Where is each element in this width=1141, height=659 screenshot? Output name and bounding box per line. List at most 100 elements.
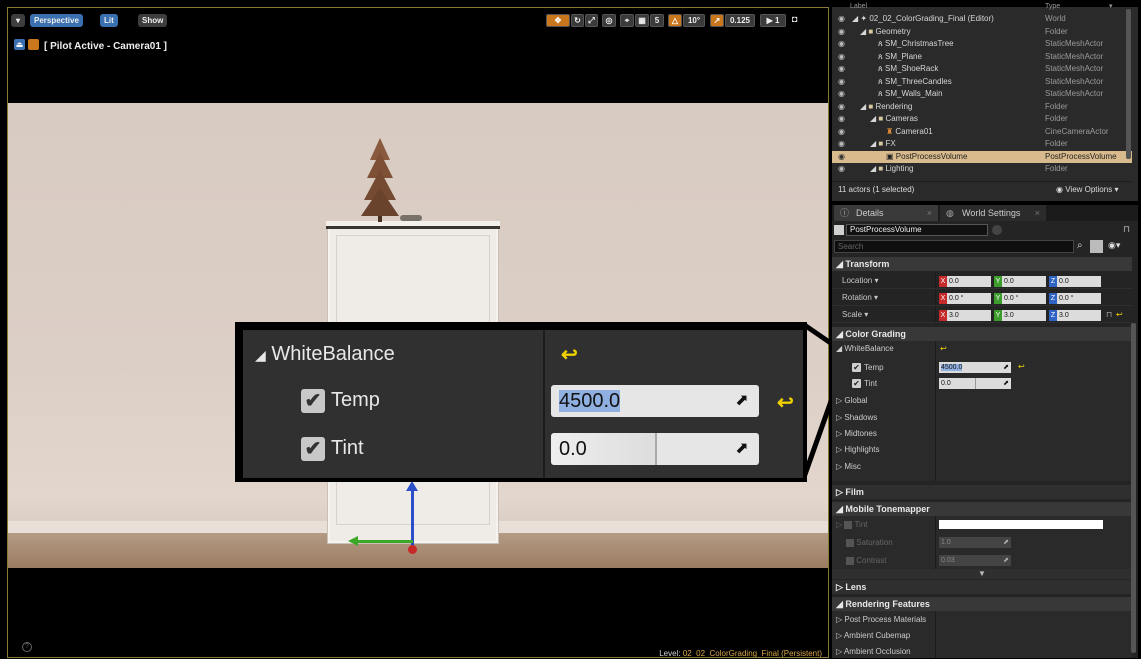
view-options-button[interactable]: ◉ View Options ▾ (1056, 182, 1118, 198)
scale-tool-icon[interactable]: ⤢ (585, 14, 598, 27)
scale-x-field[interactable]: 3.0 (947, 310, 991, 321)
tab-world-settings[interactable]: ◍ World Settings × (940, 205, 1046, 221)
visibility-eye-icon[interactable]: ◉ (838, 138, 845, 151)
visibility-eye-icon[interactable]: ◉ (838, 126, 845, 139)
outliner-scrollbar[interactable] (1126, 9, 1131, 159)
close-tab-icon[interactable]: × (927, 205, 932, 221)
details-search-input[interactable]: Search (834, 240, 1074, 253)
list-item[interactable]: ◉ ጰ SM_Plane StaticMeshActor (832, 51, 1132, 64)
visibility-eye-icon[interactable]: ◉ (838, 38, 845, 51)
camera-speed-button[interactable]: ▶ 1 (760, 14, 786, 27)
list-item[interactable]: ◉ ◢ ■ Geometry Folder (832, 26, 1132, 39)
show-advanced-icon[interactable]: ▼ (832, 569, 1132, 579)
maximize-viewport-icon[interactable]: ◘ (792, 14, 802, 27)
rotate-tool-icon[interactable]: ↻ (571, 14, 584, 27)
tint-checkbox[interactable]: ✔ (852, 379, 861, 388)
highlights-group[interactable]: ▷ Highlights (836, 445, 880, 454)
scale-lock-icon[interactable]: ⊓ (1106, 307, 1112, 323)
list-item[interactable]: ◉ ◢ ■ Rendering Folder (832, 101, 1132, 114)
mt-tint-row[interactable]: ▷ Tint (836, 520, 868, 529)
ambient-occlusion-group[interactable]: ▷ Ambient Occlusion (836, 647, 911, 656)
visibility-eye-icon[interactable]: ◉ (838, 63, 845, 76)
mt-tint-color-swatch[interactable] (939, 520, 1103, 529)
contrast-field[interactable]: 0.03 ⬈ (939, 555, 1011, 566)
list-item[interactable]: ◉ ♜ Camera01 CineCameraActor (832, 126, 1132, 139)
perspective-button[interactable]: Perspective (30, 14, 83, 27)
saturation-checkbox[interactable] (846, 538, 854, 547)
post-process-materials-group[interactable]: ▷ Post Process Materials (836, 615, 926, 624)
temp-reset-icon[interactable]: ↩ (1018, 362, 1025, 371)
reset-to-default-icon[interactable]: ↩ (561, 342, 578, 367)
lock-panel-icon[interactable]: ⊓ (1123, 224, 1130, 235)
search-icon[interactable]: ⌕ (1077, 240, 1083, 251)
visibility-eye-icon[interactable]: ◉ (838, 101, 845, 114)
list-item[interactable]: ◉ ◢ ■ FX Folder (832, 138, 1132, 151)
list-item[interactable]: ◉ ጰ SM_ThreeCandles StaticMeshActor (832, 76, 1132, 89)
ambient-cubemap-group[interactable]: ▷ Ambient Cubemap (836, 631, 910, 640)
rotation-z-field[interactable]: 0.0 ° (1057, 293, 1101, 304)
temp-checkbox[interactable]: ✔ (301, 389, 325, 413)
visibility-eye-icon[interactable]: ◉ (838, 151, 845, 164)
temp-checkbox[interactable]: ✔ (852, 363, 861, 372)
white-balance-reset-icon[interactable]: ↩ (940, 344, 947, 353)
visibility-eye-icon[interactable]: ◉ (838, 163, 845, 176)
translate-tool-icon[interactable]: ✥ (546, 14, 570, 27)
gizmo-y-arrow-icon[interactable] (348, 536, 358, 546)
temp-value-field[interactable]: 4500.0 ⬈ (939, 362, 1011, 373)
surface-snap-icon[interactable]: ⌖ (620, 14, 634, 27)
eject-icon[interactable]: ⏏ (14, 39, 25, 50)
list-item[interactable]: ◉ ◢ ■ Lighting Folder (832, 163, 1132, 176)
scale-snap-icon[interactable]: ↗ (710, 14, 724, 27)
lock-icon[interactable] (992, 225, 1002, 235)
details-scrollbar[interactable] (1131, 323, 1136, 653)
gizmo-y-axis[interactable] (358, 540, 413, 543)
visibility-eye-icon[interactable]: ◉ (838, 13, 845, 26)
global-group[interactable]: ▷ Global (836, 396, 868, 405)
visibility-eye-icon[interactable]: ◉ (838, 88, 845, 101)
grid-size-value[interactable]: 5 (650, 14, 664, 27)
transform-section[interactable]: ◢ Transform (832, 257, 1132, 271)
help-icon[interactable]: ? (22, 642, 32, 652)
scale-reset-icon[interactable]: ↩ (1116, 307, 1123, 323)
temp-reset-icon[interactable]: ↩ (777, 390, 794, 415)
color-grading-section[interactable]: ◢ Color Grading (832, 327, 1132, 341)
shadows-group[interactable]: ▷ Shadows (836, 413, 877, 422)
rendering-features-section[interactable]: ◢ Rendering Features (832, 597, 1132, 611)
location-y-field[interactable]: 0.0 (1002, 276, 1046, 287)
grid-snap-icon[interactable]: ▦ (635, 14, 649, 27)
mobile-tonemapper-section[interactable]: ◢ Mobile Tonemapper (832, 502, 1132, 516)
list-item-selected[interactable]: ◉ ▣ PostProcessVolume PostProcessVolume (832, 150, 1132, 164)
gizmo-z-arrow-icon[interactable] (406, 481, 418, 491)
film-section[interactable]: ▷ Film (832, 485, 1132, 499)
scale-snap-value[interactable]: 0.125 (725, 14, 755, 27)
location-z-field[interactable]: 0.0 (1057, 276, 1101, 287)
temp-value-field[interactable]: 4500.0 ⬈ (551, 385, 759, 417)
rotation-x-field[interactable]: 0.0 ° (947, 293, 991, 304)
white-balance-header[interactable]: ◢ WhiteBalance (836, 344, 894, 353)
visibility-eye-icon[interactable]: ◉ (838, 76, 845, 89)
world-space-icon[interactable]: ◎ (602, 14, 616, 27)
gizmo-x-axis-icon[interactable] (408, 545, 417, 554)
actor-name-field[interactable]: PostProcessVolume (846, 224, 988, 236)
tab-details[interactable]: ⓘ Details × (834, 205, 938, 221)
angle-snap-value[interactable]: 10° (683, 14, 705, 27)
list-item[interactable]: ◉ ጰ SM_Walls_Main StaticMeshActor (832, 88, 1132, 101)
angle-snap-icon[interactable]: △ (668, 14, 682, 27)
list-item[interactable]: ◉ ጰ SM_ShoeRack StaticMeshActor (832, 63, 1132, 76)
location-x-field[interactable]: 0.0 (947, 276, 991, 287)
visibility-eye-icon[interactable]: ◉ (838, 113, 845, 126)
list-item[interactable]: ◉ ◢ ■ Cameras Folder (832, 113, 1132, 126)
callout-section-header[interactable]: ◢ WhiteBalance (255, 343, 395, 366)
property-matrix-icon[interactable] (1090, 240, 1103, 253)
misc-group[interactable]: ▷ Misc (836, 462, 861, 471)
sort-arrow-icon[interactable]: ▾ (1109, 2, 1113, 12)
midtones-group[interactable]: ▷ Midtones (836, 429, 877, 438)
mt-tint-checkbox[interactable] (844, 520, 853, 529)
list-item[interactable]: ◉ ◢ ✦ 02_02_ColorGrading_Final (Editor) Wo… (832, 13, 1132, 26)
show-button[interactable]: Show (138, 14, 168, 27)
list-item[interactable]: ◉ ጰ SM_ChristmasTree StaticMeshActor (832, 38, 1132, 51)
lens-section[interactable]: ▷ Lens (832, 580, 1132, 594)
scale-z-field[interactable]: 3.0 (1057, 310, 1101, 321)
scale-y-field[interactable]: 3.0 (1002, 310, 1046, 321)
tint-checkbox[interactable]: ✔ (301, 437, 325, 461)
